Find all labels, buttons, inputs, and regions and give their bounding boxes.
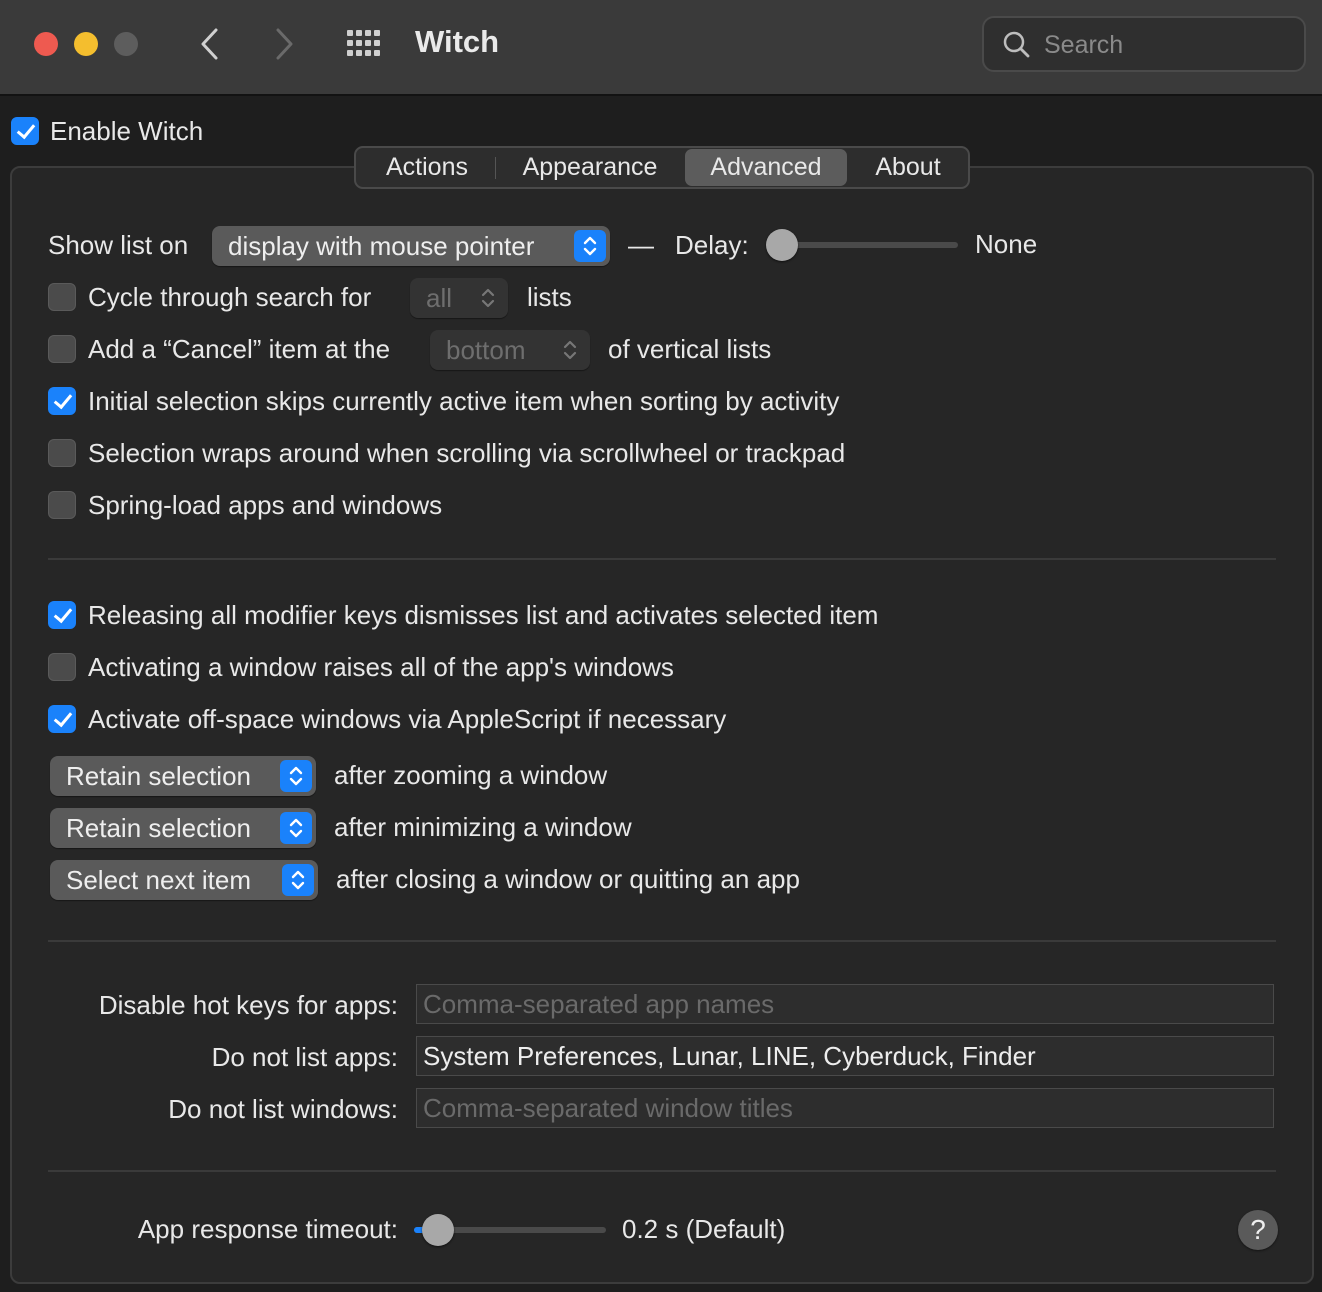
do-not-list-windows-label: Do not list windows: [168, 1094, 398, 1124]
show-list-popup-value: display with mouse pointer [228, 231, 535, 261]
tab-advanced[interactable]: Advanced [685, 149, 847, 186]
after-minimize-label: after minimizing a window [334, 812, 632, 842]
close-window-button[interactable] [34, 32, 58, 56]
minimize-window-button[interactable] [74, 32, 98, 56]
after-minimize-popup[interactable]: Retain selection [50, 808, 316, 848]
releasing-modifiers-label: Releasing all modifier keys dismisses li… [88, 600, 879, 630]
after-close-label: after closing a window or quitting an ap… [336, 864, 800, 894]
delay-slider-track[interactable] [770, 242, 958, 248]
cancel-position-value: bottom [446, 335, 526, 365]
show-list-label: Show list on [48, 230, 189, 260]
after-zoom-popup-value: Retain selection [66, 761, 251, 791]
off-space-applescript-label: Activate off-space windows via AppleScri… [88, 704, 727, 734]
raises-all-windows-checkbox[interactable] [48, 653, 76, 681]
search-input[interactable] [1044, 26, 1294, 64]
after-minimize-popup-value: Retain selection [66, 813, 251, 843]
selection-wraps-label: Selection wraps around when scrolling vi… [88, 438, 846, 468]
spring-load-checkbox[interactable] [48, 491, 76, 519]
disable-hotkeys-label: Disable hot keys for apps: [98, 990, 398, 1020]
cycle-popup-value: all [426, 283, 453, 313]
after-close-popup-value: Select next item [66, 865, 251, 895]
updown-arrows-icon [280, 760, 312, 792]
timeout-slider-knob[interactable] [422, 1214, 454, 1246]
show-list-popup[interactable]: display with mouse pointer [212, 226, 610, 266]
releasing-modifiers-checkbox[interactable] [48, 601, 76, 629]
updown-arrows-icon [280, 812, 312, 844]
chevron-left-icon [201, 28, 218, 60]
updown-arrows-icon [282, 864, 314, 896]
tab-bar: Actions Appearance Advanced About [354, 146, 970, 189]
dash-separator: — [628, 230, 654, 260]
cycle-label: Cycle through search for [88, 282, 372, 312]
initial-selection-label: Initial selection skips currently active… [88, 386, 840, 416]
tab-actions[interactable]: Actions [360, 148, 494, 187]
selection-wraps-checkbox[interactable] [48, 439, 76, 467]
timeout-label: App response timeout: [137, 1214, 398, 1244]
divider [48, 1170, 1276, 1172]
back-button[interactable] [188, 22, 232, 66]
show-all-grid-icon[interactable] [344, 26, 386, 62]
window-title: Witch [415, 24, 500, 59]
updown-arrows-icon [554, 334, 586, 366]
off-space-applescript-checkbox[interactable] [48, 705, 76, 733]
cancel-position-popup[interactable]: bottom [430, 330, 590, 370]
raises-all-windows-label: Activating a window raises all of the ap… [88, 652, 674, 682]
cycle-label-after: lists [527, 282, 572, 312]
spring-load-label: Spring-load apps and windows [88, 490, 443, 520]
timeout-value: 0.2 s (Default) [622, 1214, 786, 1244]
initial-selection-checkbox[interactable] [48, 387, 76, 415]
delay-slider-knob[interactable] [766, 229, 798, 261]
enable-witch-label: Enable Witch [50, 116, 204, 146]
cycle-popup[interactable]: all [410, 278, 508, 318]
do-not-list-apps-field[interactable]: System Preferences, Lunar, LINE, Cyberdu… [416, 1036, 1274, 1076]
enable-witch-checkbox[interactable] [11, 117, 39, 145]
tab-appearance[interactable]: Appearance [501, 148, 679, 187]
zoom-window-button[interactable] [114, 32, 138, 56]
do-not-list-apps-label: Do not list apps: [211, 1042, 398, 1072]
after-zoom-label: after zooming a window [334, 760, 608, 790]
delay-value: None [975, 229, 1038, 259]
divider [48, 558, 1276, 560]
after-zoom-popup[interactable]: Retain selection [50, 756, 316, 796]
divider [48, 940, 1276, 942]
updown-arrows-icon [574, 230, 606, 262]
delay-label: Delay: [675, 230, 749, 260]
help-button[interactable]: ? [1238, 1210, 1278, 1250]
after-close-popup[interactable]: Select next item [50, 860, 318, 900]
forward-button[interactable] [262, 22, 306, 66]
cancel-item-label: Add a “Cancel” item at the [88, 334, 391, 364]
cycle-checkbox[interactable] [48, 283, 76, 311]
cancel-item-checkbox[interactable] [48, 335, 76, 363]
chevron-right-icon [276, 28, 293, 60]
tab-separator [495, 157, 496, 179]
do-not-list-windows-field[interactable]: Comma-separated window titles [416, 1088, 1274, 1128]
title-bar: Witch [0, 0, 1322, 96]
disable-hotkeys-field[interactable]: Comma-separated app names [416, 984, 1274, 1024]
updown-arrows-icon [472, 282, 504, 314]
search-field[interactable] [982, 16, 1306, 72]
cancel-item-label-after: of vertical lists [608, 334, 772, 364]
tab-about[interactable]: About [853, 148, 963, 187]
search-icon [1003, 31, 1030, 58]
